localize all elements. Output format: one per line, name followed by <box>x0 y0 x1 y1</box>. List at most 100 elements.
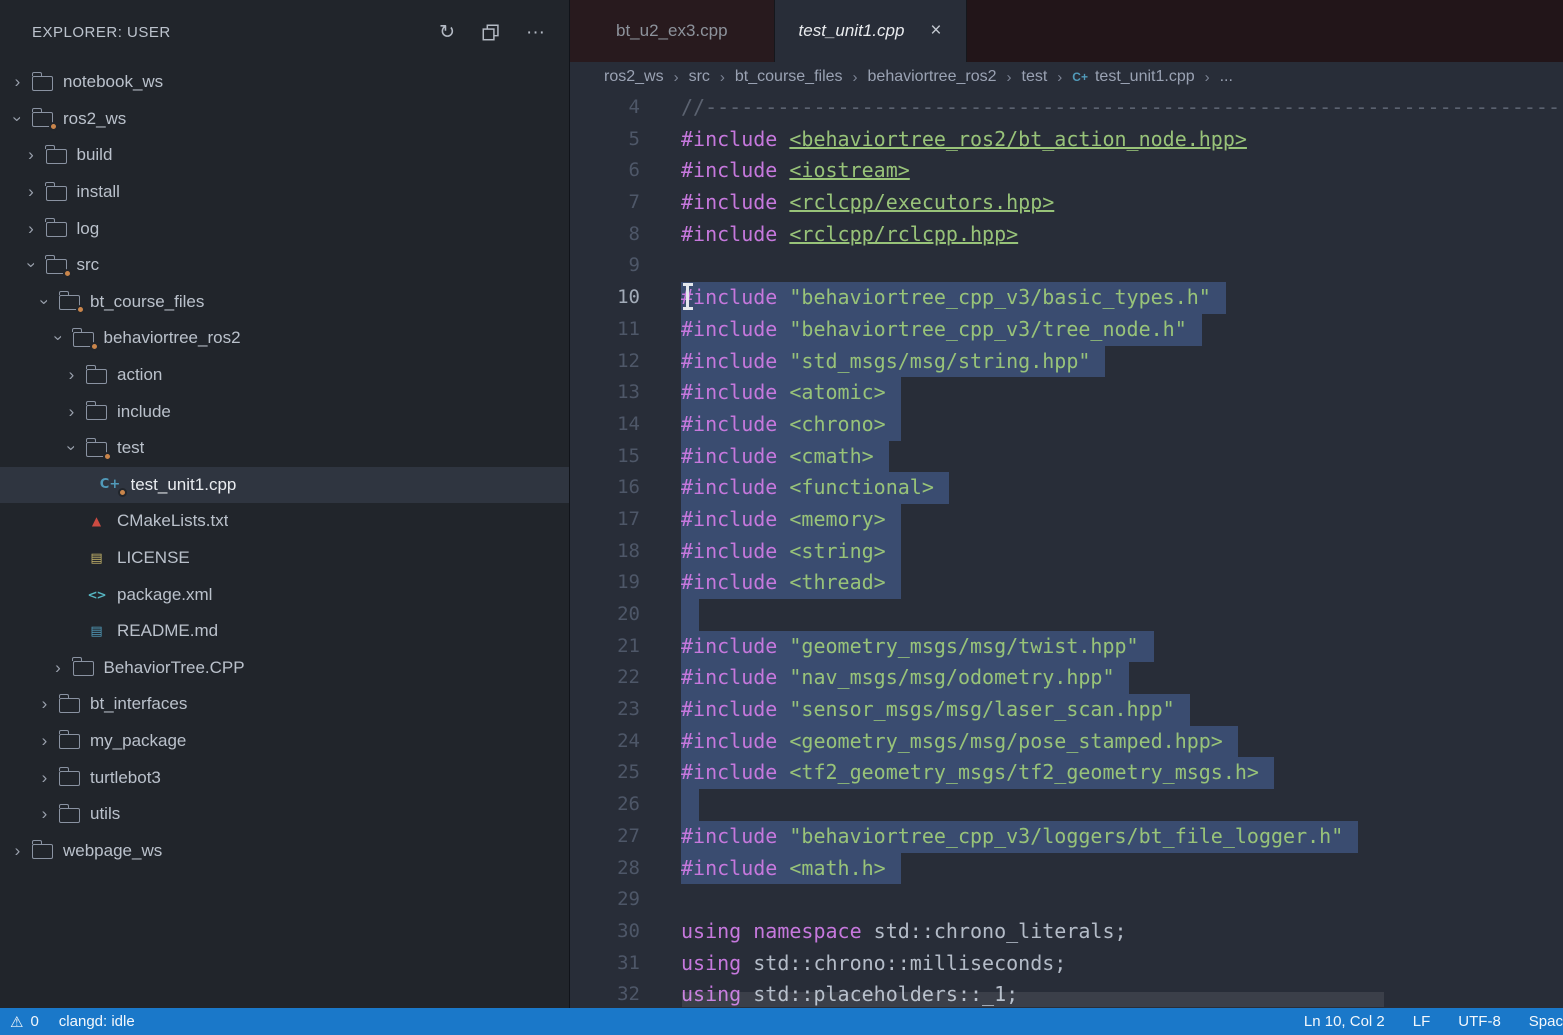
code-line-12[interactable]: 12#include "std_msgs/msg/string.hpp" <box>570 346 1563 378</box>
breadcrumb-item-test_unit1.cpp[interactable]: C+test_unit1.cpp <box>1072 68 1194 86</box>
folder-icon <box>32 844 53 859</box>
tree-folder-src[interactable]: ›src <box>0 247 569 284</box>
tab-test_unit1.cpp[interactable]: test_unit1.cpp× <box>775 0 967 62</box>
code-line-4[interactable]: 4//-------------------------------------… <box>570 92 1563 124</box>
tree-folder-build[interactable]: ›build <box>0 137 569 174</box>
code-token: #include <box>681 285 777 309</box>
tree-folder-bt_interfaces[interactable]: ›bt_interfaces <box>0 686 569 723</box>
breadcrumb-item-...[interactable]: ... <box>1220 68 1233 86</box>
code-line-9[interactable]: 9 <box>570 250 1563 282</box>
code-line-15[interactable]: 15#include <cmath> <box>570 441 1563 473</box>
tree-folder-notebook_ws[interactable]: ›notebook_ws <box>0 64 569 101</box>
code-line-5[interactable]: 5#include <behaviortree_ros2/bt_action_n… <box>570 124 1563 156</box>
code-line-28[interactable]: 28#include <math.h> <box>570 853 1563 885</box>
line-number: 15 <box>570 441 640 473</box>
tree-folder-test[interactable]: ›test <box>0 430 569 467</box>
md-file-icon: ▤ <box>86 624 107 639</box>
tree-folder-utils[interactable]: ›utils <box>0 796 569 833</box>
tree-folder-bt_course_files[interactable]: ›bt_course_files <box>0 284 569 321</box>
code-token: <geometry_msgs/msg/pose_stamped.hpp> <box>789 729 1222 753</box>
breadcrumb-item-ros2_ws[interactable]: ros2_ws <box>604 68 664 86</box>
tree-item-label: install <box>77 182 120 202</box>
tree-file-LICENSE[interactable]: ▤LICENSE <box>0 540 569 577</box>
cursor-position[interactable]: Ln 10, Col 2 <box>1304 1013 1385 1030</box>
breadcrumb-item-bt_course_files[interactable]: bt_course_files <box>735 68 843 86</box>
code-token <box>777 444 789 468</box>
tree-folder-turtlebot3[interactable]: ›turtlebot3 <box>0 759 569 796</box>
line-number: 16 <box>570 472 640 504</box>
tree-file-test_unit1.cpp[interactable]: C+test_unit1.cpp <box>0 467 569 504</box>
code-line-25[interactable]: 25#include <tf2_geometry_msgs/tf2_geomet… <box>570 757 1563 789</box>
code-token: <memory> <box>789 507 885 531</box>
overlapping-squares-icon <box>482 24 499 41</box>
close-tab-icon[interactable]: × <box>930 20 941 42</box>
tree-folder-install[interactable]: ›install <box>0 174 569 211</box>
code-line-14[interactable]: 14#include <chrono> <box>570 409 1563 441</box>
code-line-21[interactable]: 21#include "geometry_msgs/msg/twist.hpp" <box>570 631 1563 663</box>
code-line-6[interactable]: 6#include <iostream> <box>570 155 1563 187</box>
code-line-23[interactable]: 23#include "sensor_msgs/msg/laser_scan.h… <box>570 694 1563 726</box>
tree-file-CMakeLists.txt[interactable]: ▲CMakeLists.txt <box>0 503 569 540</box>
refresh-icon[interactable]: ↻ <box>439 23 455 42</box>
breadcrumb-label: ... <box>1220 68 1233 86</box>
code-token <box>777 760 789 784</box>
tree-item-label: test_unit1.cpp <box>131 475 237 495</box>
warning-icon: ⚠ <box>10 1013 23 1031</box>
code-token <box>777 634 789 658</box>
code-line-29[interactable]: 29 <box>570 884 1563 916</box>
code-line-7[interactable]: 7#include <rclcpp/executors.hpp> <box>570 187 1563 219</box>
problems-indicator[interactable]: ⚠ 0 <box>10 1013 39 1031</box>
tree-item-label: CMakeLists.txt <box>117 511 228 531</box>
code-line-27[interactable]: 27#include "behaviortree_cpp_v3/loggers/… <box>570 821 1563 853</box>
chevron-right-icon: › <box>51 658 66 678</box>
code-token: <string> <box>789 539 885 563</box>
code-line-20[interactable]: 20 <box>570 599 1563 631</box>
tree-folder-log[interactable]: ›log <box>0 210 569 247</box>
breadcrumb-item-src[interactable]: src <box>689 68 710 86</box>
tree-folder-my_package[interactable]: ›my_package <box>0 723 569 760</box>
line-content: #include "std_msgs/msg/string.hpp" <box>681 346 1105 378</box>
breadcrumb-item-behaviortree_ros2[interactable]: behaviortree_ros2 <box>868 68 997 86</box>
encoding-indicator[interactable]: UTF-8 <box>1458 1013 1501 1030</box>
breadcrumb-item-test[interactable]: test <box>1022 68 1048 86</box>
code-token: using <box>681 919 741 943</box>
tree-folder-include[interactable]: ›include <box>0 393 569 430</box>
tree-folder-webpage_ws[interactable]: ›webpage_ws <box>0 832 569 869</box>
horizontal-scrollbar[interactable] <box>682 992 1384 1007</box>
code-line-8[interactable]: 8#include <rclcpp/rclcpp.hpp> <box>570 219 1563 251</box>
folder-icon <box>59 698 80 713</box>
code-token: #include <box>681 317 777 341</box>
line-number: 27 <box>570 821 640 853</box>
tab-bar: bt_u2_ex3.cpptest_unit1.cpp× <box>570 0 1563 62</box>
code-editor[interactable]: 4//-------------------------------------… <box>570 92 1563 1008</box>
code-line-19[interactable]: 19#include <thread> <box>570 567 1563 599</box>
tree-folder-action[interactable]: ›action <box>0 357 569 394</box>
code-line-11[interactable]: 11#include "behaviortree_cpp_v3/tree_nod… <box>570 314 1563 346</box>
code-line-17[interactable]: 17#include <memory> <box>570 504 1563 536</box>
code-token: #include <box>681 824 777 848</box>
explorer-title: EXPLORER: USER <box>32 24 439 41</box>
tree-file-package.xml[interactable]: <>package.xml <box>0 576 569 613</box>
code-line-13[interactable]: 13#include <atomic> <box>570 377 1563 409</box>
code-line-26[interactable]: 26 <box>570 789 1563 821</box>
code-line-10[interactable]: 10#include "behaviortree_cpp_v3/basic_ty… <box>570 282 1563 314</box>
code-line-18[interactable]: 18#include <string> <box>570 536 1563 568</box>
code-token <box>777 697 789 721</box>
code-line-30[interactable]: 30using namespace std::chrono_literals; <box>570 916 1563 948</box>
tree-folder-behaviortree_ros2[interactable]: ›behaviortree_ros2 <box>0 320 569 357</box>
code-line-16[interactable]: 16#include <functional> <box>570 472 1563 504</box>
more-actions-icon[interactable]: ··· <box>526 23 545 42</box>
code-line-24[interactable]: 24#include <geometry_msgs/msg/pose_stamp… <box>570 726 1563 758</box>
indentation-indicator[interactable]: Spac <box>1529 1013 1563 1030</box>
code-token: "behaviortree_cpp_v3/basic_types.h" <box>789 285 1210 309</box>
code-line-22[interactable]: 22#include "nav_msgs/msg/odometry.hpp" <box>570 662 1563 694</box>
tab-bt_u2_ex3.cpp[interactable]: bt_u2_ex3.cpp <box>570 0 775 62</box>
tree-file-README.md[interactable]: ▤README.md <box>0 613 569 650</box>
code-line-31[interactable]: 31using std::chrono::milliseconds; <box>570 948 1563 980</box>
tree-folder-ros2_ws[interactable]: ›ros2_ws <box>0 101 569 138</box>
eol-indicator[interactable]: LF <box>1413 1013 1431 1030</box>
collapse-folders-icon[interactable] <box>482 24 499 41</box>
clangd-status[interactable]: clangd: idle <box>59 1013 135 1030</box>
breadcrumb-separator-icon: › <box>1057 69 1062 86</box>
tree-folder-BehaviorTree.CPP[interactable]: ›BehaviorTree.CPP <box>0 650 569 687</box>
